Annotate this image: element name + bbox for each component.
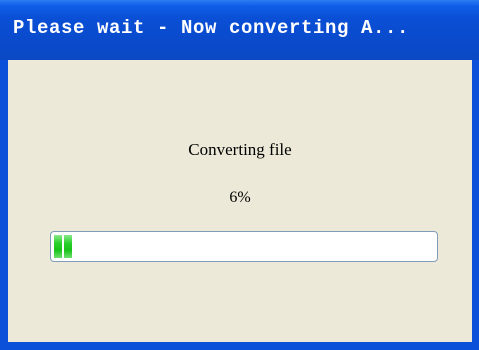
progress-bar-fill	[54, 235, 74, 258]
dialog-body: Converting file 6%	[8, 60, 472, 342]
progress-dialog-window: Please wait - Now converting A... Conver…	[0, 0, 479, 350]
percent-label: 6%	[229, 189, 251, 206]
window-title: Please wait - Now converting A...	[13, 17, 410, 39]
status-label: Converting file	[188, 140, 292, 159]
progress-bar	[50, 231, 438, 262]
progress-block	[64, 235, 72, 258]
progress-block	[54, 235, 62, 258]
title-bar[interactable]: Please wait - Now converting A...	[0, 0, 479, 60]
